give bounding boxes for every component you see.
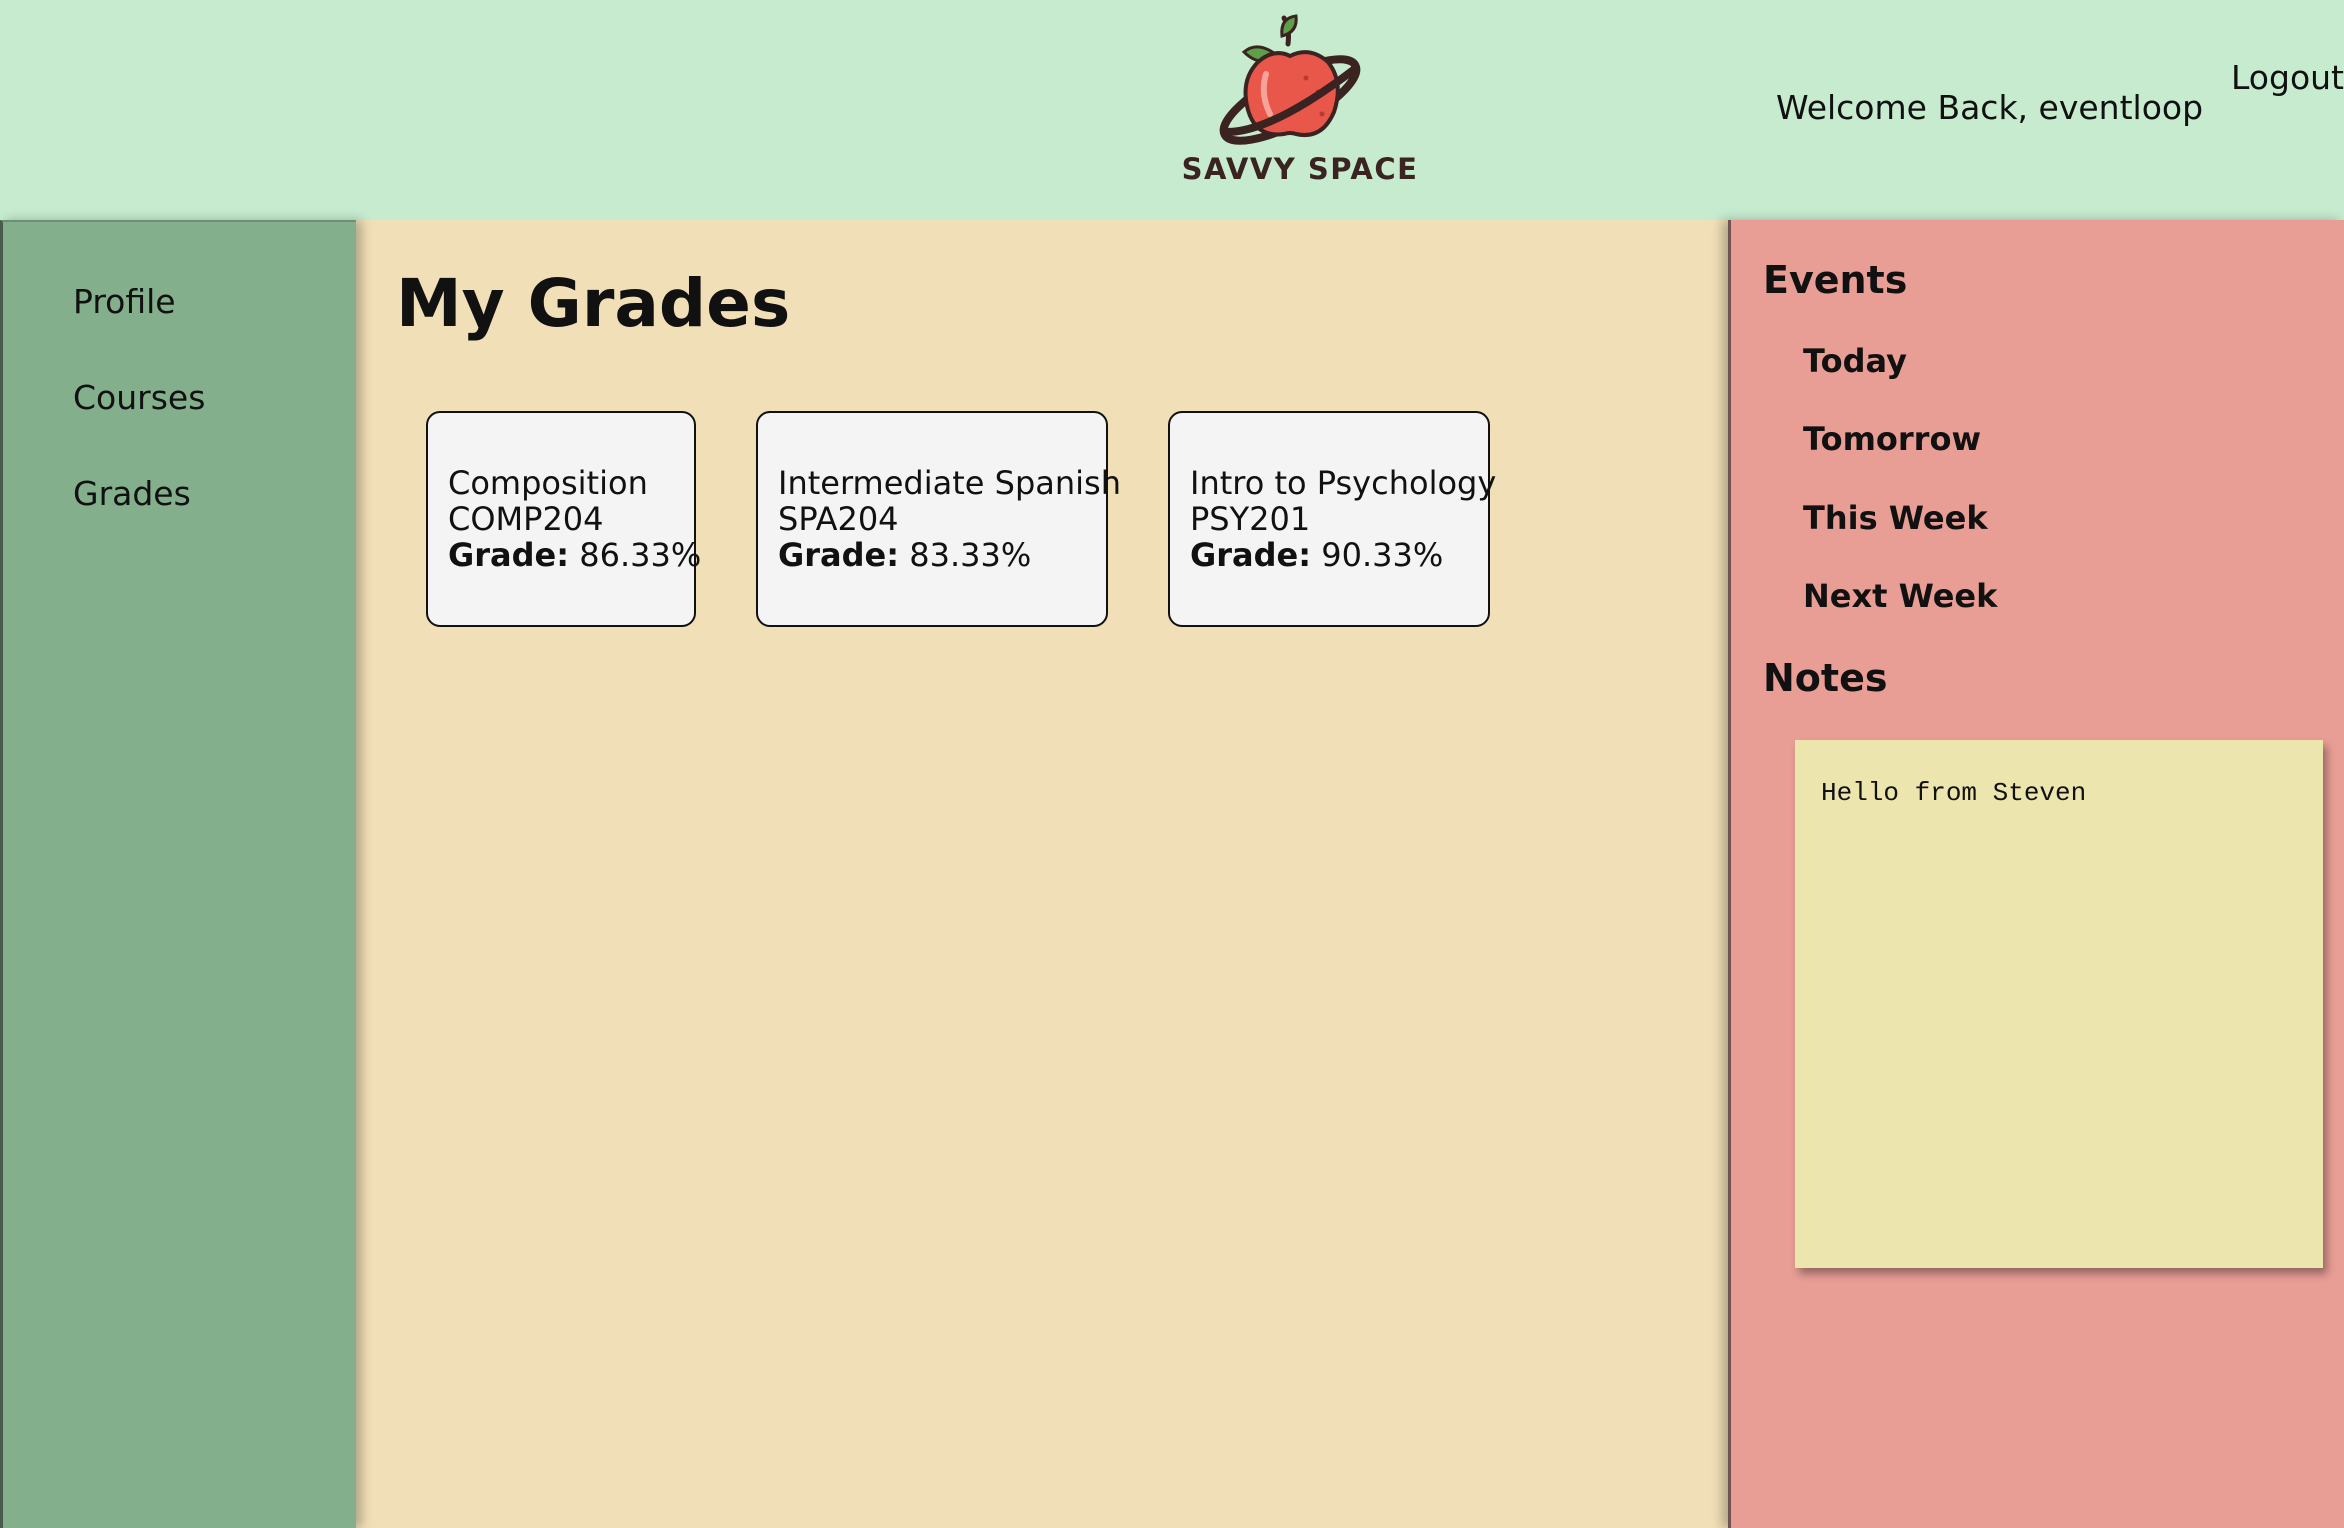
sticky-note[interactable]: Hello from Steven bbox=[1795, 740, 2323, 1268]
grade-value: 90.33% bbox=[1321, 536, 1444, 574]
event-filter-today[interactable]: Today bbox=[1803, 342, 1907, 380]
event-filter-tomorrow[interactable]: Tomorrow bbox=[1803, 420, 1981, 458]
course-grade: Grade: 90.33% bbox=[1190, 537, 1468, 573]
logout-button[interactable]: Logout bbox=[2231, 58, 2344, 97]
main-content: My Grades Composition COMP204 Grade: 86.… bbox=[356, 220, 1728, 1528]
course-name: Intro to Psychology bbox=[1190, 464, 1497, 502]
savvy-space-logo[interactable]: SAVVY SPACE bbox=[1180, 14, 1420, 194]
course-name: Composition bbox=[448, 464, 648, 502]
sidebar-nav: Profile Courses Grades bbox=[0, 220, 356, 1528]
course-code: COMP204 bbox=[448, 500, 604, 538]
right-panel: Events Today Tomorrow This Week Next Wee… bbox=[1728, 220, 2344, 1528]
top-header: SAVVY SPACE Welcome Back, eventloop Logo… bbox=[0, 0, 2344, 220]
course-code: SPA204 bbox=[778, 500, 899, 538]
apple-planet-logo-icon bbox=[1219, 14, 1361, 145]
page-title: My Grades bbox=[396, 265, 791, 342]
course-grade: Grade: 83.33% bbox=[778, 537, 1086, 573]
course-name: Intermediate Spanish bbox=[778, 464, 1121, 502]
welcome-message: Welcome Back, eventloop bbox=[1776, 88, 2204, 127]
grade-label: Grade: bbox=[778, 536, 900, 574]
notes-heading: Notes bbox=[1763, 656, 1888, 700]
grade-card-intermediate-spanish[interactable]: Intermediate Spanish SPA204 Grade: 83.33… bbox=[756, 411, 1121, 627]
sidebar-item-courses[interactable]: Courses bbox=[73, 378, 205, 417]
sidebar-item-grades[interactable]: Grades bbox=[73, 474, 191, 513]
grade-card-composition[interactable]: Composition COMP204 Grade: 86.33% bbox=[426, 411, 701, 627]
event-filter-this-week[interactable]: This Week bbox=[1803, 499, 1988, 537]
events-heading: Events bbox=[1763, 258, 1908, 302]
grade-card-intro-to-psychology[interactable]: Intro to Psychology PSY201 Grade: 90.33% bbox=[1168, 411, 1497, 627]
course-grade: Grade: 86.33% bbox=[448, 536, 701, 574]
grade-value: 83.33% bbox=[909, 536, 1032, 574]
grade-label: Grade: bbox=[1190, 536, 1312, 574]
course-code: PSY201 bbox=[1190, 500, 1311, 538]
logo-text: SAVVY SPACE bbox=[1181, 152, 1419, 186]
sidebar-item-profile[interactable]: Profile bbox=[73, 282, 176, 321]
event-filter-next-week[interactable]: Next Week bbox=[1803, 577, 1997, 615]
grade-value: 86.33% bbox=[579, 536, 702, 574]
grade-label: Grade: bbox=[448, 536, 570, 574]
